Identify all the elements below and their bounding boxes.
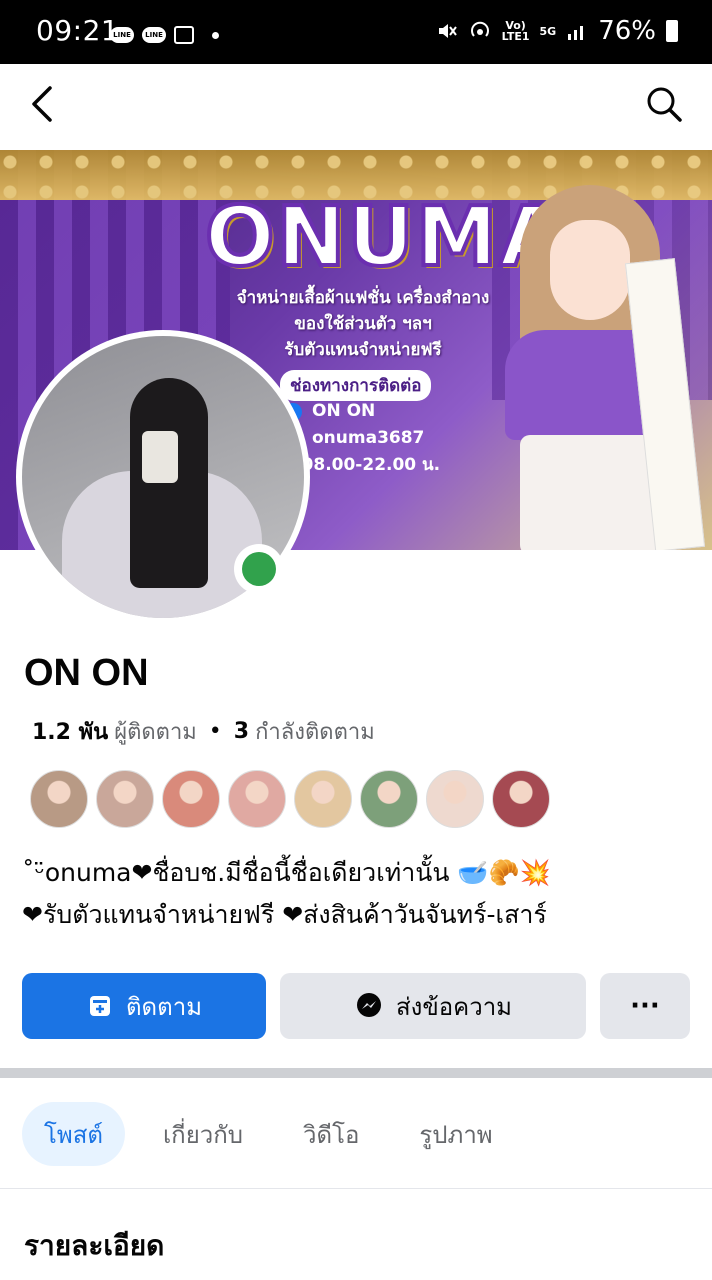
search-button[interactable] [644,84,688,128]
section-divider [0,1068,712,1078]
cover-illustration [480,180,710,550]
follow-icon [89,996,110,1016]
volte-indicator: Vo) LTE1 [501,19,530,43]
back-button[interactable] [22,82,66,126]
follower-avatar[interactable] [360,770,418,828]
tab-videos[interactable]: วิดีโอ [281,1102,381,1166]
back-arrow-icon [32,86,52,122]
notification-icons: LINE LINE [110,26,219,44]
tab-posts[interactable]: โพสต์ [22,1102,125,1166]
cover-contact-line: onuma3687 [312,428,425,448]
profile-name: ON ON [24,652,149,694]
profile-tabs: โพสต์ เกี่ยวกับ วิดีโอ รูปภาพ [22,1102,531,1166]
dot-icon [212,31,219,39]
tab-photos[interactable]: รูปภาพ [397,1102,514,1166]
bio-line: ❤รับตัวแทนจำหน่ายฟรี ❤ส่งสินค้าวันจันทร์… [22,900,547,929]
details-heading: รายละเอียด [24,1229,165,1262]
follower-avatar[interactable] [294,770,352,828]
follow-button-label: ติดตาม [125,992,203,1021]
follower-avatars [30,770,550,828]
status-time: 09:21 [36,14,120,47]
illustration-pants [520,435,660,550]
hotspot-icon [470,21,489,37]
search-icon [647,87,682,122]
message-button[interactable]: ส่งข้อความ [280,973,586,1039]
cover-description: จำหน่ายเสื้อผ้าแฟชั่น เครื่องสำอาง ของใช… [208,285,518,363]
status-bar: 09:21 LINE LINE Vo) LTE1 5G 76% [0,0,712,64]
tabs-divider [0,1188,712,1189]
following-count[interactable]: 3 [234,719,249,744]
follower-avatar[interactable] [426,770,484,828]
illustration-face [550,220,630,320]
tab-about[interactable]: เกี่ยวกับ [141,1102,265,1166]
mute-icon [438,24,457,38]
more-options-button[interactable]: ··· [600,973,690,1039]
line-icon: LINE [110,27,134,43]
follower-avatar[interactable] [492,770,550,828]
cover-line: รับตัวแทนจำหน่ายฟรี [284,340,442,360]
battery-icon [666,20,678,42]
gallery-icon [174,26,194,44]
profile-bio: ˚ᵕ̈onuma❤ชื่อบช.มีชื่อนี้ชื่อเดียวเท่านั… [22,852,702,936]
system-icons: Vo) LTE1 5G 76% [436,16,678,46]
follower-avatar[interactable] [30,770,88,828]
avatar-hair [130,378,208,588]
bio-line: ˚ᵕ̈onuma❤ชื่อบช.มีชื่อนี้ชื่อเดียวเท่านั… [22,858,551,887]
follow-button[interactable]: ติดตาม [22,973,266,1039]
follower-avatar[interactable] [228,770,286,828]
line-icon: LINE [142,27,166,43]
more-icon: ··· [630,991,660,1021]
online-status-indicator [234,544,284,594]
cover-line: จำหน่ายเสื้อผ้าแฟชั่น เครื่องสำอาง [236,288,490,308]
stats-separator: • [208,719,222,744]
cover-channel-label: ช่องทางการติดต่อ [280,370,432,401]
cover-contact-facebook: ON ON [312,401,376,421]
battery-percent: 76% [598,16,656,46]
network-type: 5G [539,24,557,38]
message-button-label: ส่งข้อความ [395,992,512,1021]
cover-line: ของใช้ส่วนตัว ฯลฯ [294,314,432,334]
messenger-icon [356,993,381,1017]
top-nav [0,64,712,144]
following-label[interactable]: กำลังติดตาม [255,714,375,749]
signal-icon [568,26,584,40]
followers-count[interactable]: 1.2 พัน [32,714,108,749]
avatar-phone [142,431,178,483]
profile-stats: 1.2 พัน ผู้ติดตาม • 3 กำลังติดตาม [32,714,375,749]
followers-label[interactable]: ผู้ติดตาม [114,714,197,749]
follower-avatar[interactable] [96,770,154,828]
follower-avatar[interactable] [162,770,220,828]
